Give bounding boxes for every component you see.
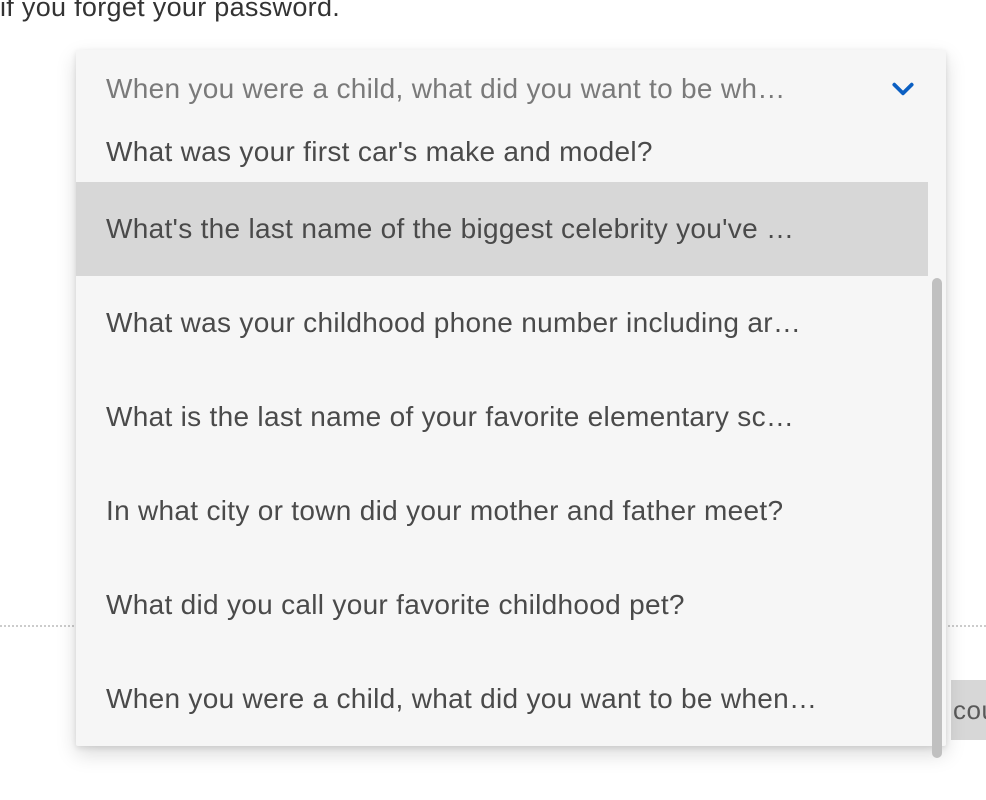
dropdown-option[interactable]: What did you call your favorite childhoo…: [76, 558, 928, 652]
chevron-down-icon: [866, 76, 916, 102]
dropdown-selected-text: When you were a child, what did you want…: [106, 73, 866, 105]
dropdown-option[interactable]: What's the last name of the biggest cele…: [76, 182, 928, 276]
dropdown-option[interactable]: In what city or town did your mother and…: [76, 464, 928, 558]
dropdown-option[interactable]: What is the last name of your favorite e…: [76, 370, 928, 464]
page-description: if you forget your password.: [0, 0, 340, 23]
dropdown-selected[interactable]: When you were a child, what did you want…: [76, 50, 946, 128]
dropdown-option[interactable]: When you were a child, what did you want…: [76, 652, 928, 746]
dropdown-options-list: What was your first car's make and model…: [76, 128, 946, 746]
dropdown-option[interactable]: What was your childhood phone number inc…: [76, 276, 928, 370]
security-question-dropdown[interactable]: When you were a child, what did you want…: [76, 50, 946, 746]
dropdown-option[interactable]: What was your first car's make and model…: [76, 128, 928, 182]
scrollbar-thumb[interactable]: [932, 278, 942, 758]
create-account-button-partial[interactable]: cou: [951, 680, 986, 740]
